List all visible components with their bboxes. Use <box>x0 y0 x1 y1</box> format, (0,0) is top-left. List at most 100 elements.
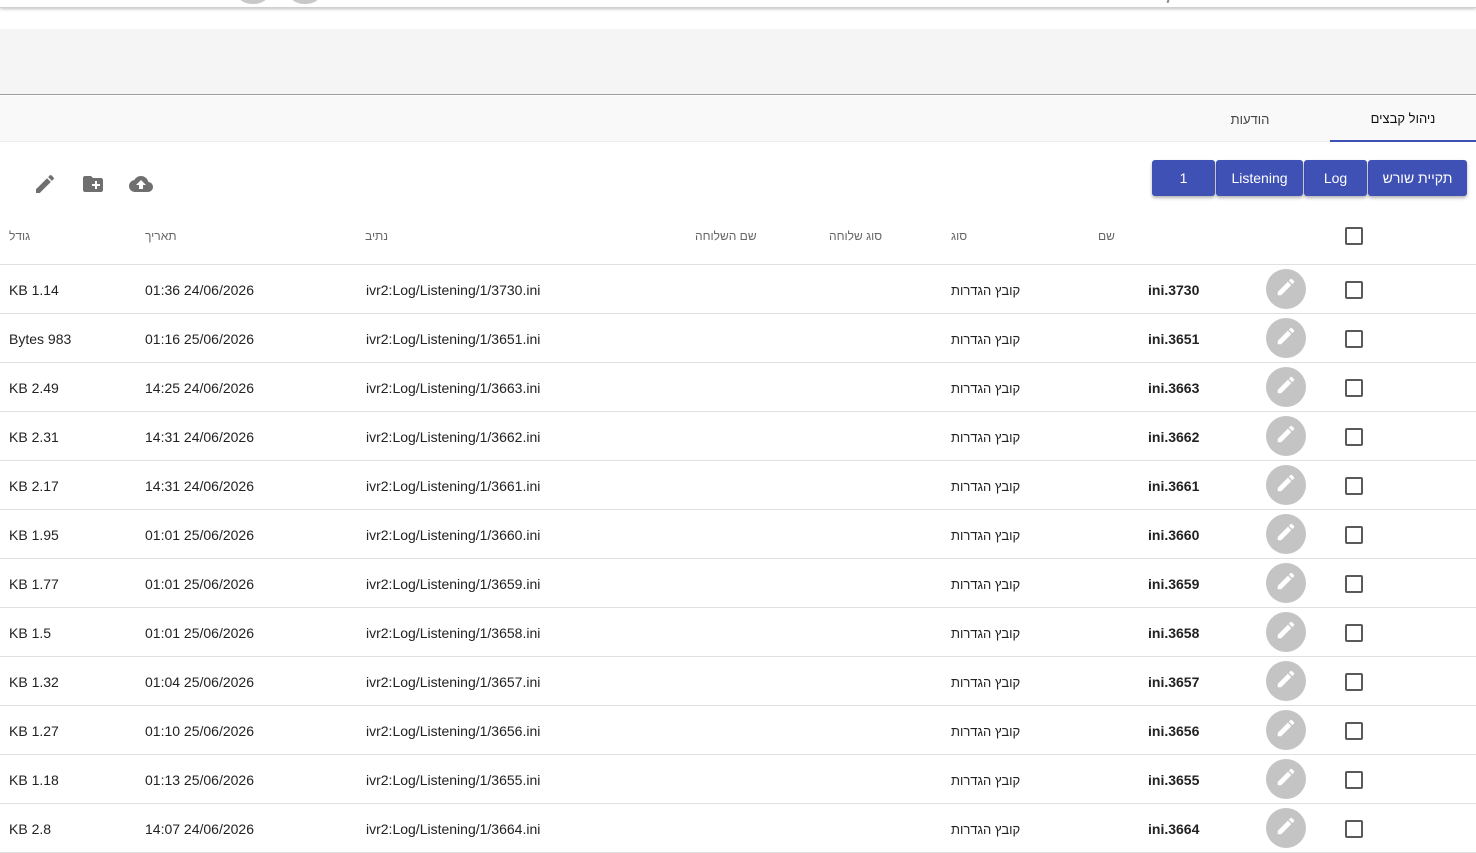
edit-icon <box>1275 668 1297 695</box>
edit-icon <box>1275 472 1297 499</box>
table-row[interactable]: ini.3651 קובץ הגדרות ivr2:Log/Listening/1/… <box>0 314 1476 363</box>
file-path: ivr2:Log/Listening/1/3662.ini <box>366 429 541 445</box>
file-type: קובץ הגדרות <box>951 430 1021 445</box>
edit-row-button[interactable] <box>1266 416 1306 456</box>
row-checkbox[interactable] <box>1345 379 1363 397</box>
column-header-name[interactable]: שם <box>1098 229 1115 243</box>
table-row[interactable]: ini.3655 קובץ הגדרות ivr2:Log/Listening/1/… <box>0 755 1476 804</box>
file-name[interactable]: ini.3662 <box>1148 429 1199 445</box>
file-name[interactable]: ini.3659 <box>1148 576 1199 592</box>
file-date: 01:01 25/06/2026 <box>145 625 254 641</box>
row-checkbox[interactable] <box>1345 624 1363 642</box>
row-checkbox[interactable] <box>1345 722 1363 740</box>
file-name[interactable]: ini.3660 <box>1148 527 1199 543</box>
file-date: 01:01 25/06/2026 <box>145 527 254 543</box>
edit-icon <box>1275 619 1297 646</box>
row-checkbox[interactable] <box>1345 575 1363 593</box>
column-header-size[interactable]: גודל <box>9 229 30 243</box>
edit-row-button[interactable] <box>1266 661 1306 701</box>
file-type: קובץ הגדרות <box>951 283 1021 298</box>
row-checkbox[interactable] <box>1345 771 1363 789</box>
file-date: 14:07 24/06/2026 <box>145 821 254 837</box>
app-top-bar <box>0 0 1476 8</box>
file-name[interactable]: ini.3664 <box>1148 821 1199 837</box>
file-date: 14:25 24/06/2026 <box>145 380 254 396</box>
file-type: קובץ הגדרות <box>951 479 1021 494</box>
file-size: Bytes 983 <box>9 331 72 347</box>
table-row[interactable]: ini.3663 קובץ הגדרות ivr2:Log/Listening/1/… <box>0 363 1476 412</box>
table-row[interactable]: ini.3664 קובץ הגדרות ivr2:Log/Listening/1/… <box>0 804 1476 853</box>
breadcrumb-1-button[interactable]: 1 <box>1152 160 1215 196</box>
file-type: קובץ הגדרות <box>951 822 1021 837</box>
edit-icon <box>1275 815 1297 842</box>
table-row[interactable]: ini.3660 קובץ הגדרות ivr2:Log/Listening/1/… <box>0 510 1476 559</box>
file-size: KB 1.27 <box>9 723 59 739</box>
edit-row-button[interactable] <box>1266 318 1306 358</box>
table-row[interactable]: ini.3658 קובץ הגדרות ivr2:Log/Listening/1/… <box>0 608 1476 657</box>
column-header-path[interactable]: נתיב <box>365 229 388 243</box>
file-size: KB 2.17 <box>9 478 59 494</box>
file-size: KB 1.95 <box>9 527 59 543</box>
edit-row-button[interactable] <box>1266 514 1306 554</box>
top-bar-button-stub[interactable] <box>238 0 268 4</box>
edit-row-button[interactable] <box>1266 759 1306 799</box>
column-header-date[interactable]: תאריך <box>145 229 177 243</box>
edit-row-button[interactable] <box>1266 367 1306 407</box>
row-checkbox[interactable] <box>1345 526 1363 544</box>
table-row[interactable]: ini.3730 קובץ הגדרות ivr2:Log/Listening/1/… <box>0 265 1476 314</box>
edit-icon <box>1275 521 1297 548</box>
file-type: קובץ הגדרות <box>951 675 1021 690</box>
edit-row-button[interactable] <box>1266 563 1306 603</box>
row-checkbox[interactable] <box>1345 673 1363 691</box>
file-path: ivr2:Log/Listening/1/3656.ini <box>366 723 541 739</box>
edit-row-button[interactable] <box>1266 612 1306 652</box>
top-bar-button-stub[interactable] <box>290 0 320 4</box>
file-name[interactable]: ini.3657 <box>1148 674 1199 690</box>
row-checkbox[interactable] <box>1345 330 1363 348</box>
select-all-checkbox[interactable] <box>1345 227 1363 245</box>
file-name[interactable]: ini.3730 <box>1148 282 1199 298</box>
file-path: ivr2:Log/Listening/1/3660.ini <box>366 527 541 543</box>
file-name[interactable]: ini.3651 <box>1148 331 1199 347</box>
file-name[interactable]: ini.3661 <box>1148 478 1199 494</box>
table-row[interactable]: ini.3657 קובץ הגדרות ivr2:Log/Listening/1/… <box>0 657 1476 706</box>
row-checkbox[interactable] <box>1345 281 1363 299</box>
table-row[interactable]: ini.3661 קובץ הגדרות ivr2:Log/Listening/1/… <box>0 461 1476 510</box>
edit-row-button[interactable] <box>1266 269 1306 309</box>
row-checkbox[interactable] <box>1345 477 1363 495</box>
create-folder-icon[interactable] <box>81 172 105 196</box>
edit-icon <box>1275 276 1297 303</box>
column-header-ext-name[interactable]: שם השלוחה <box>695 229 757 243</box>
column-header-type[interactable]: סוג <box>951 229 967 243</box>
file-name[interactable]: ini.3663 <box>1148 380 1199 396</box>
file-path: ivr2:Log/Listening/1/3661.ini <box>366 478 541 494</box>
table-row[interactable]: ini.3662 קובץ הגדרות ivr2:Log/Listening/1/… <box>0 412 1476 461</box>
file-size: KB 1.18 <box>9 772 59 788</box>
cloud-upload-icon[interactable] <box>129 172 153 196</box>
file-name[interactable]: ini.3656 <box>1148 723 1199 739</box>
file-size: KB 1.32 <box>9 674 59 690</box>
file-path: ivr2:Log/Listening/1/3651.ini <box>366 331 541 347</box>
edit-row-button[interactable] <box>1266 465 1306 505</box>
breadcrumb-listening-button[interactable]: Listening <box>1216 160 1303 196</box>
column-header-ext-type[interactable]: סוג שלוחה <box>829 229 882 243</box>
table-row[interactable]: ini.3656 קובץ הגדרות ivr2:Log/Listening/1/… <box>0 706 1476 755</box>
tabs-bar: ניהול קבצים הודעות <box>0 96 1476 142</box>
file-type: קובץ הגדרות <box>951 381 1021 396</box>
file-type: קובץ הגדרות <box>951 577 1021 592</box>
breadcrumb-log-button[interactable]: Log <box>1304 160 1367 196</box>
file-name[interactable]: ini.3658 <box>1148 625 1199 641</box>
edit-icon <box>1275 766 1297 793</box>
tab-messages[interactable]: הודעות <box>1190 96 1310 142</box>
breadcrumb-root-button[interactable]: תקיית שורש <box>1368 160 1467 196</box>
row-checkbox[interactable] <box>1345 428 1363 446</box>
edit-row-button[interactable] <box>1266 808 1306 848</box>
edit-icon[interactable] <box>33 172 57 196</box>
row-checkbox[interactable] <box>1345 820 1363 838</box>
tab-file-management[interactable]: ניהול קבצים <box>1330 96 1476 142</box>
file-name[interactable]: ini.3655 <box>1148 772 1199 788</box>
table-row[interactable]: ini.3659 קובץ הגדרות ivr2:Log/Listening/1/… <box>0 559 1476 608</box>
file-size: KB 2.8 <box>9 821 52 837</box>
edit-row-button[interactable] <box>1266 710 1306 750</box>
file-date: 01:10 25/06/2026 <box>145 723 254 739</box>
